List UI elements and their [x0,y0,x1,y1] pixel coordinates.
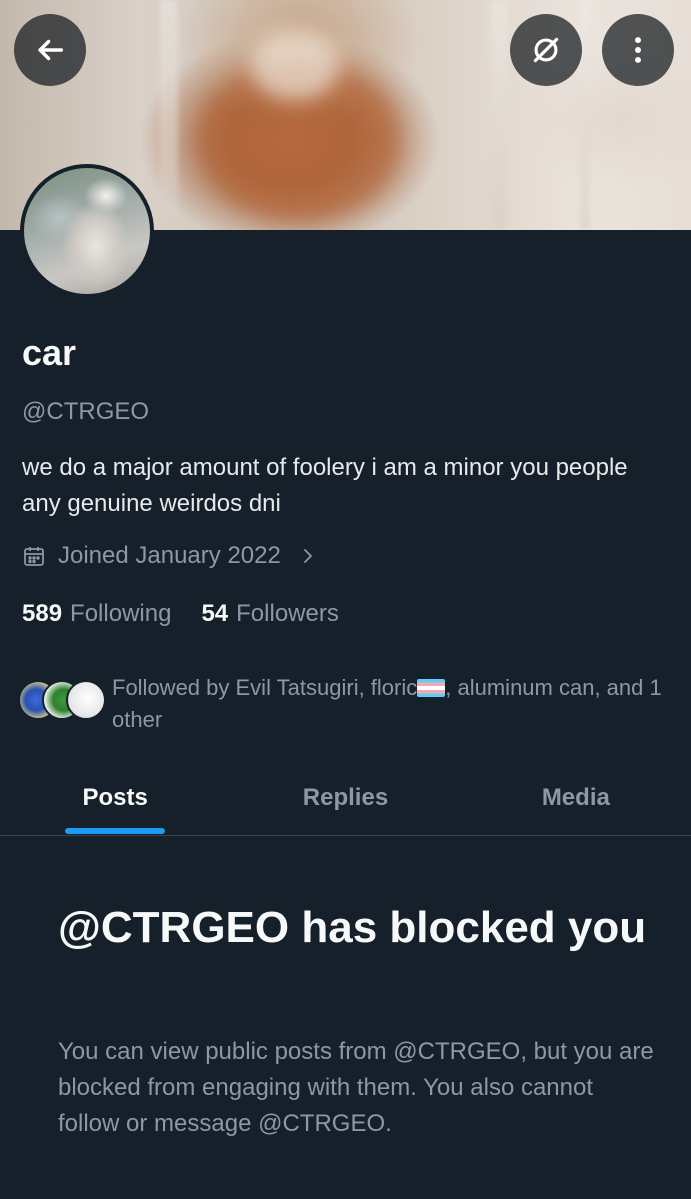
trans-flag-icon [417,679,446,697]
profile-bio: we do a major amount of foolery i am a m… [22,454,628,517]
tab-media[interactable]: Media [461,760,691,835]
profile-stats: 589 Following 54 Followers [22,600,369,628]
blocked-title: @CTRGEO has blocked you [58,903,647,952]
grok-button[interactable] [510,14,582,86]
followed-by-prefix: Followed by Evil Tatsugiri, floric [112,675,418,700]
profile-avatar[interactable] [20,164,154,298]
followers-link[interactable]: 54 Followers [201,600,338,628]
vertical-dots-icon [635,37,641,63]
followed-by-text: Followed by Evil Tatsugiri, floric, alum… [112,672,672,736]
blocked-description: You can view public posts from @CTRGEO, … [58,1038,654,1137]
tab-replies[interactable]: Replies [230,760,460,835]
following-count: 589 [22,600,63,627]
joined-date[interactable]: Joined January 2022 [22,542,317,570]
following-link[interactable]: 589 Following [22,600,171,628]
slashed-circle-icon [533,37,559,63]
chevron-right-icon [303,549,312,563]
followers-count: 54 [201,600,229,627]
joined-label: Joined January 2022 [58,542,281,569]
followers-label: Followers [236,600,339,627]
arrow-left-icon [38,39,64,61]
back-button[interactable] [14,14,86,86]
tab-posts[interactable]: Posts [0,760,230,835]
profile-handle: @CTRGEO [22,398,150,425]
avatar [66,680,106,720]
followed-by[interactable]: Followed by Evil Tatsugiri, floric, alum… [18,674,672,736]
active-tab-indicator [65,828,165,834]
profile-name: car [22,332,77,373]
more-options-button[interactable] [602,14,674,86]
profile-tabs: Posts Replies Media [0,760,691,836]
calendar-icon [24,547,44,566]
following-label: Following [70,600,172,627]
mutual-avatars [18,674,106,722]
